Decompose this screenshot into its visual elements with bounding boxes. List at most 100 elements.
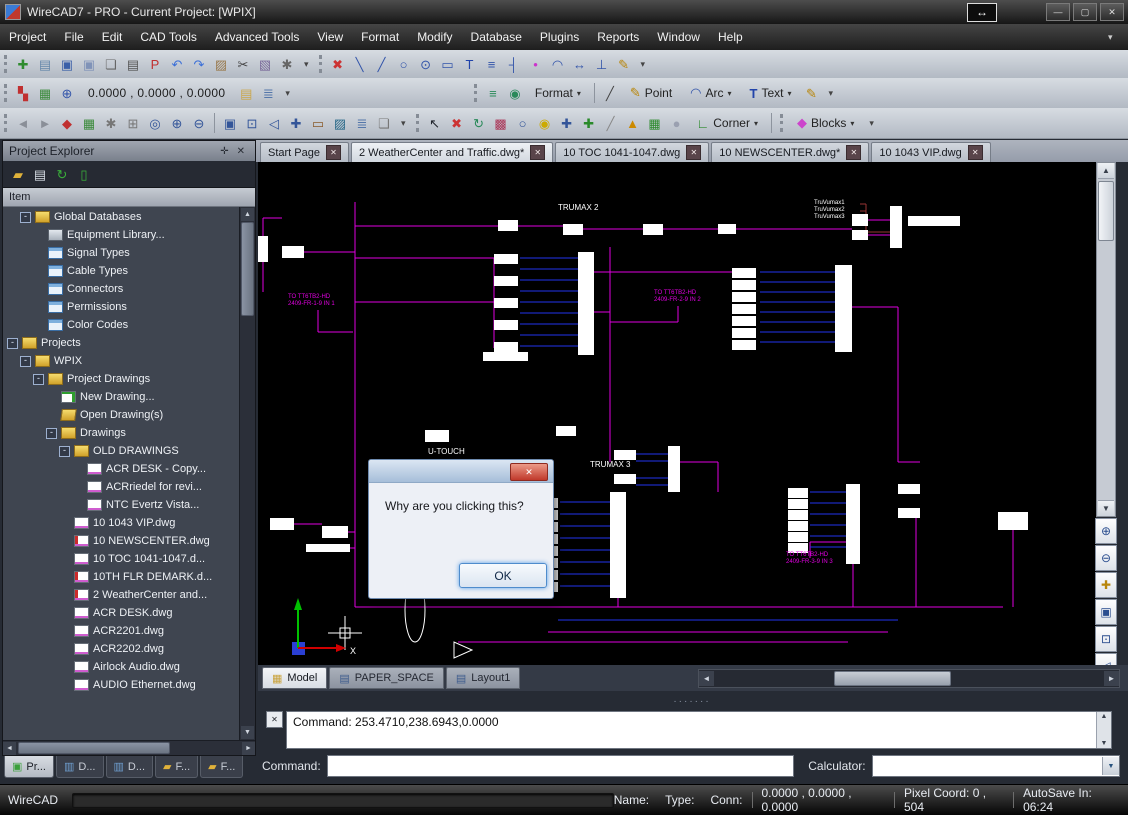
menu-item[interactable]: CAD Tools: [131, 26, 205, 48]
panel-close-icon[interactable]: ✕: [233, 146, 249, 157]
delete-icon[interactable]: ✖: [447, 113, 467, 133]
back-icon[interactable]: ◄: [13, 113, 33, 133]
tree-horizontal-scrollbar[interactable]: ◄ ►: [3, 740, 255, 755]
tree-item[interactable]: Signal Types: [3, 244, 239, 262]
tree-item[interactable]: ACRriedel for revi...: [3, 478, 239, 496]
blocks-button[interactable]: ◆ Blocks ▾: [790, 111, 861, 135]
line-icon[interactable]: ╲: [350, 54, 370, 74]
cut-icon[interactable]: ✂: [233, 54, 253, 74]
tree-expander[interactable]: -: [59, 446, 70, 457]
snap-grid-icon[interactable]: ▦: [645, 113, 665, 133]
properties-icon[interactable]: ✎: [614, 54, 634, 74]
scrollbar-thumb[interactable]: [18, 742, 170, 754]
tools-icon[interactable]: ⊞: [123, 113, 143, 133]
refresh-icon[interactable]: ↻: [52, 164, 72, 184]
tab-close-icon[interactable]: ✕: [686, 145, 701, 160]
command-input[interactable]: [327, 755, 795, 777]
copy-tool-icon[interactable]: ❏: [374, 113, 394, 133]
tree-expander[interactable]: -: [20, 356, 31, 367]
arc-tool-icon[interactable]: ◠: [548, 54, 568, 74]
draw-order-icon[interactable]: ▚: [13, 83, 33, 103]
toolbar-grip[interactable]: [780, 114, 783, 132]
document-tab[interactable]: 10 TOC 1041-1047.dwg ✕: [555, 142, 709, 162]
tree-item[interactable]: NTC Evertz Vista...: [3, 496, 239, 514]
find-icon[interactable]: ○: [513, 113, 533, 133]
tab-close-icon[interactable]: ✕: [846, 145, 861, 160]
tree-item[interactable]: Connectors: [3, 280, 239, 298]
tree-expander[interactable]: -: [46, 428, 57, 439]
scroll-left-icon[interactable]: ◄: [699, 671, 714, 686]
undo-icon[interactable]: ↶: [167, 54, 187, 74]
tree-item[interactable]: 10 1043 VIP.dwg: [3, 514, 239, 532]
datum-icon[interactable]: ⊥: [592, 54, 612, 74]
sphere-icon[interactable]: ●: [667, 113, 687, 133]
polyline-icon[interactable]: ╱: [372, 54, 392, 74]
tab-close-icon[interactable]: ✕: [530, 145, 545, 160]
scrollbar-thumb[interactable]: [1098, 181, 1114, 241]
calculator-combobox[interactable]: ▼: [872, 755, 1120, 777]
id-point-icon[interactable]: ⊕: [57, 83, 77, 103]
zoom-previous-icon[interactable]: ◁: [264, 113, 284, 133]
minimize-button[interactable]: —: [1046, 3, 1070, 21]
zoom-marker-icon[interactable]: ◎: [145, 113, 165, 133]
grid-icon[interactable]: ▦: [79, 113, 99, 133]
notes-icon[interactable]: ▤: [236, 83, 256, 103]
tree-item[interactable]: Cable Types: [3, 262, 239, 280]
select-icon[interactable]: ↖: [425, 113, 445, 133]
image-icon[interactable]: ▨: [330, 113, 350, 133]
tree-item[interactable]: ACR DESK - Copy...: [3, 460, 239, 478]
save-all-icon[interactable]: ▣: [79, 54, 99, 74]
layout-tab[interactable]: ▤ Layout1: [446, 667, 521, 689]
toolbar-grip[interactable]: [4, 84, 7, 102]
corner-button[interactable]: ∟ Corner ▾: [690, 111, 765, 135]
settings-icon[interactable]: ✱: [101, 113, 121, 133]
toolbar-grip[interactable]: [4, 55, 7, 73]
scroll-down-icon[interactable]: ▼: [1101, 740, 1108, 747]
tree-item[interactable]: - Projects: [3, 334, 239, 352]
history-scrollbar[interactable]: ▲ ▼: [1096, 712, 1111, 748]
rotate-icon[interactable]: ↻: [469, 113, 489, 133]
dimension-icon[interactable]: ↔: [570, 54, 590, 74]
tree-item[interactable]: ACR2201.dwg: [3, 622, 239, 640]
console-close-icon[interactable]: ✕: [266, 711, 283, 728]
chevron-down-icon[interactable]: ▼: [1102, 757, 1119, 775]
toolbar-overflow-icon[interactable]: ▾: [285, 88, 290, 99]
zoom-extents-button[interactable]: ⊡: [1095, 626, 1117, 652]
tree-item[interactable]: 2 WeatherCenter and...: [3, 586, 239, 604]
panel-splitter[interactable]: ·······: [258, 695, 1126, 707]
format-button[interactable]: Format ▾: [528, 81, 588, 105]
new-project-icon[interactable]: ▤: [35, 54, 55, 74]
tree-item[interactable]: 10TH FLR DEMARK.d...: [3, 568, 239, 586]
dock-tab[interactable]: ▥ D...: [56, 756, 104, 778]
arc-button[interactable]: ◠ Arc ▾: [683, 81, 738, 105]
layer-list-icon[interactable]: ≣: [352, 113, 372, 133]
zoom-in-icon[interactable]: ⊕: [167, 113, 187, 133]
tree-item[interactable]: Equipment Library...: [3, 226, 239, 244]
tree-item[interactable]: - Project Drawings: [3, 370, 239, 388]
tree-item[interactable]: - WPIX: [3, 352, 239, 370]
open-project-icon[interactable]: ▰: [8, 164, 28, 184]
scroll-up-icon[interactable]: ▲: [1098, 163, 1114, 179]
menu-item[interactable]: Window: [648, 26, 709, 48]
toolbar-grip[interactable]: [474, 84, 477, 102]
layers-panel-icon[interactable]: ≣: [258, 83, 278, 103]
tree-expander[interactable]: -: [33, 374, 44, 385]
menu-item[interactable]: Help: [709, 26, 752, 48]
tree-item[interactable]: Permissions: [3, 298, 239, 316]
toolbar-overflow-icon[interactable]: ▾: [641, 59, 646, 70]
text-button[interactable]: T Text ▾: [743, 81, 799, 105]
sketch-icon[interactable]: ✎: [802, 83, 822, 103]
document-tab[interactable]: 10 NEWSCENTER.dwg* ✕: [711, 142, 869, 162]
scrollbar-thumb[interactable]: [241, 222, 254, 316]
break-icon[interactable]: ┤: [504, 54, 524, 74]
ellipse-icon[interactable]: ⊙: [416, 54, 436, 74]
command-history-box[interactable]: Command: 253.4710,238.6943,0.0000 ▲ ▼: [286, 711, 1112, 749]
redo-icon[interactable]: ↷: [189, 54, 209, 74]
visibility-icon[interactable]: ◉: [505, 83, 525, 103]
copy-icon[interactable]: ❏: [101, 54, 121, 74]
line-style-icon[interactable]: ╱: [600, 83, 620, 103]
dock-tab[interactable]: ▰ F...: [155, 756, 198, 778]
redline-icon[interactable]: ◆: [57, 113, 77, 133]
scroll-right-icon[interactable]: ►: [242, 742, 255, 755]
menu-item[interactable]: Edit: [93, 26, 132, 48]
